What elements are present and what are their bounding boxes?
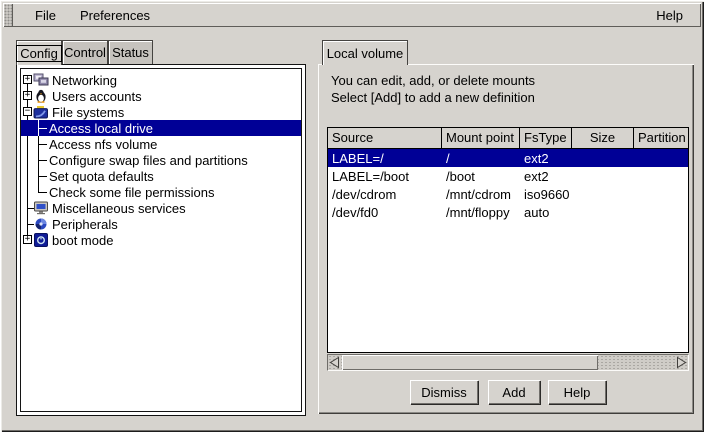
menu-grip-handle[interactable] [3,3,13,27]
tree-item-access-local-drive[interactable]: Access local drive [21,120,301,136]
column-header-mount-point[interactable]: Mount point [442,128,520,148]
table-row[interactable]: /dev/fd0 /mnt/floppy auto [328,203,688,221]
cell-source: /dev/cdrom [328,187,442,202]
expand-plus-icon[interactable]: + [23,75,32,84]
networking-icon [33,73,49,87]
expand-plus-icon[interactable]: + [23,91,32,100]
tree-item-boot-mode[interactable]: + boot mode [21,232,301,248]
menu-bar: File Preferences Help [3,3,701,27]
tree-item-label: Check some file permissions [49,185,214,200]
cell-mount: /boot [442,169,520,184]
tree-item-label: Peripherals [52,217,118,232]
tree-item-label: boot mode [52,233,113,248]
config-tree: + Networking + Users accounts − File sys… [20,68,302,412]
cell-fstype: auto [520,205,572,220]
tree-item-set-quota-defaults[interactable]: Set quota defaults [21,168,301,184]
peripherals-icon [33,217,49,231]
boot-mode-icon [33,233,49,247]
table-row[interactable]: LABEL=/ / ext2 [328,149,688,167]
tree-item-label: Access nfs volume [49,137,157,152]
file-systems-icon [33,105,49,119]
tab-status[interactable]: Status [108,40,153,64]
cell-mount: /mnt/cdrom [442,187,520,202]
tree-branch-connector [38,152,47,168]
tree-item-peripherals[interactable]: Peripherals [21,216,301,232]
tree-item-networking[interactable]: + Networking [21,72,301,88]
mounts-table: Source Mount point FsType Size Partition… [327,127,689,353]
tree-item-access-nfs-volume[interactable]: Access nfs volume [21,136,301,152]
cell-source: LABEL=/ [328,151,442,166]
cell-fstype: ext2 [520,169,572,184]
local-volume-panel: You can edit, add, or delete mounts Sele… [318,64,694,414]
scrollbar-thumb[interactable] [342,355,598,370]
cell-source: /dev/fd0 [328,205,442,220]
tab-local-volume-label: Local volume [327,46,404,61]
tree-item-label: Configure swap files and partitions [49,153,248,168]
tree-item-miscellaneous-services[interactable]: Miscellaneous services [21,200,301,216]
tree-item-label: File systems [52,105,124,120]
linuxconf-window: File Preferences Help Config Control Sta… [0,0,704,432]
tree-item-label: Access local drive [49,121,153,136]
add-button[interactable]: Add [488,380,540,404]
cell-mount: / [442,151,520,166]
tab-control-label: Control [64,45,106,60]
column-header-size[interactable]: Size [572,128,634,148]
horizontal-scrollbar[interactable] [327,354,689,371]
miscellaneous-services-icon [33,201,49,215]
config-tree-frame: + Networking + Users accounts − File sys… [16,64,306,416]
tab-local-volume[interactable]: Local volume [322,40,408,65]
tree-branch-end-connector [38,184,47,200]
tree-item-label: Users accounts [52,89,142,104]
dismiss-button[interactable]: Dismiss [410,380,478,404]
tree-branch-connector [38,120,47,136]
expand-plus-icon[interactable]: + [23,235,32,244]
tab-config-label: Config [16,45,62,62]
users-accounts-icon [33,89,49,103]
tree-item-check-file-permissions[interactable]: Check some file permissions [21,184,301,200]
column-header-source[interactable]: Source [328,128,442,148]
tree-item-users-accounts[interactable]: + Users accounts [21,88,301,104]
tab-control[interactable]: Control [62,40,108,64]
mounts-table-header: Source Mount point FsType Size Partition [328,128,688,149]
cell-fstype: iso9660 [520,187,572,202]
table-row[interactable]: LABEL=/boot /boot ext2 [328,167,688,185]
tab-status-label: Status [112,45,149,60]
panel-help-text: Select [Add] to add a new definition [331,90,535,105]
help-button[interactable]: Help [548,380,606,404]
scroll-right-arrow-icon[interactable] [675,355,688,370]
collapse-minus-icon[interactable]: − [23,107,32,116]
scroll-left-arrow-icon[interactable] [328,355,341,370]
menu-help[interactable]: Help [644,5,695,26]
tree-branch-connector [38,168,47,184]
column-header-fstype[interactable]: FsType [520,128,572,148]
menu-file[interactable]: File [23,5,68,26]
tree-item-file-systems[interactable]: − File systems [21,104,301,120]
tree-item-label: Networking [52,73,117,88]
cell-mount: /mnt/floppy [442,205,520,220]
menu-preferences[interactable]: Preferences [68,5,162,26]
column-header-partition[interactable]: Partition [634,128,688,148]
table-row[interactable]: /dev/cdrom /mnt/cdrom iso9660 [328,185,688,203]
tree-item-label: Set quota defaults [49,169,154,184]
tab-config[interactable]: Config [16,40,62,65]
cell-fstype: ext2 [520,151,572,166]
tree-item-configure-swap[interactable]: Configure swap files and partitions [21,152,301,168]
panel-help-text: You can edit, add, or delete mounts [331,73,535,88]
cell-source: LABEL=/boot [328,169,442,184]
tree-item-label: Miscellaneous services [52,201,186,216]
tree-branch-connector [38,136,47,152]
